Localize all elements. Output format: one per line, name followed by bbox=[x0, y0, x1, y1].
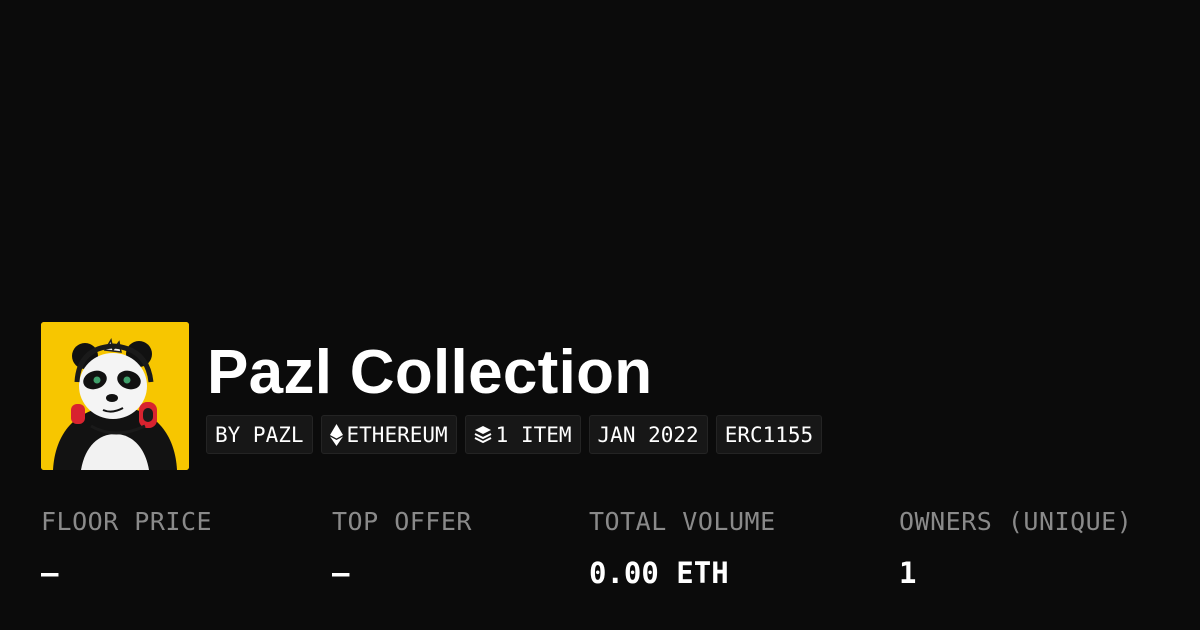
chip-created-date: JAN 2022 bbox=[588, 415, 708, 454]
stat-total-volume-value: 0.00 ETH bbox=[589, 556, 729, 590]
chip-chain[interactable]: ETHEREUM bbox=[320, 415, 457, 454]
chip-creator-label: BY PAZL bbox=[215, 422, 304, 447]
chip-item-count[interactable]: 1 ITEM bbox=[464, 415, 581, 454]
layers-icon bbox=[474, 425, 492, 445]
stat-top-offer-label: TOP OFFER bbox=[332, 507, 472, 536]
chip-created-date-label: JAN 2022 bbox=[597, 422, 699, 447]
stat-floor-price-value: — bbox=[41, 556, 59, 590]
chip-creator[interactable]: BY PAZL bbox=[206, 415, 313, 454]
collection-avatar bbox=[41, 322, 189, 470]
stat-owners-label: OWNERS (UNIQUE) bbox=[899, 507, 1133, 536]
stat-floor-price-label: FLOOR PRICE bbox=[41, 507, 213, 536]
stat-top-offer: TOP OFFER — bbox=[332, 504, 472, 592]
stat-total-volume-label: TOTAL VOLUME bbox=[589, 507, 776, 536]
panda-headphones-icon bbox=[41, 322, 189, 470]
ethereum-icon bbox=[329, 423, 343, 446]
chip-token-standard: ERC1155 bbox=[715, 415, 823, 454]
chip-chain-label: ETHEREUM bbox=[346, 422, 448, 447]
chip-token-standard-label: ERC1155 bbox=[724, 422, 814, 447]
stat-floor-price: FLOOR PRICE — bbox=[41, 504, 212, 592]
stat-owners: OWNERS (UNIQUE) 1 bbox=[899, 504, 1132, 592]
stat-total-volume: TOTAL VOLUME 0.00 ETH bbox=[589, 504, 776, 592]
collection-title: Pazl Collection bbox=[207, 338, 653, 407]
chip-item-count-label: 1 ITEM bbox=[495, 422, 572, 447]
collection-meta-chips: BY PAZL ETHEREUM 1 ITEM JAN 2022 ERC1155 bbox=[206, 415, 823, 454]
stat-owners-value: 1 bbox=[899, 556, 917, 590]
collection-card: Pazl Collection BY PAZL ETHEREUM 1 ITEM … bbox=[0, 0, 1200, 630]
stat-top-offer-value: — bbox=[332, 556, 350, 590]
